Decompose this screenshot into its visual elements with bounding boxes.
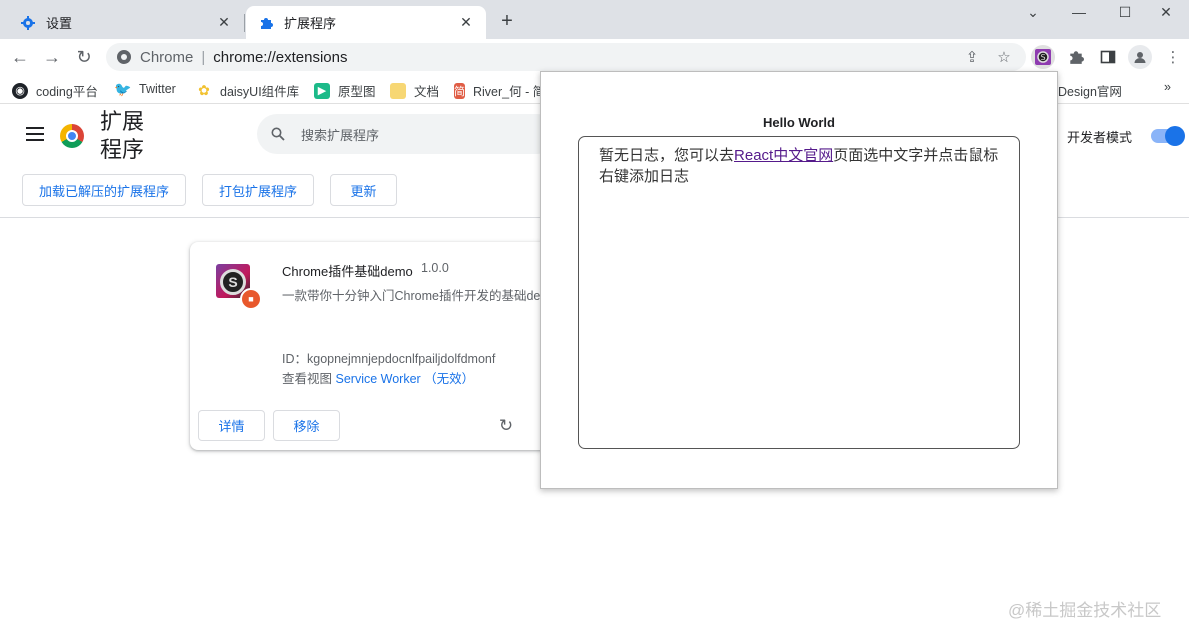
bookmark-label: 文档 (414, 85, 440, 99)
maximize-button[interactable]: ☐ (1102, 0, 1148, 24)
chrome-logo-icon (60, 124, 84, 148)
log-panel: 暂无日志，您可以去React中文官网页面选中文字并点击鼠标右键添加日志 (578, 136, 1020, 449)
gear-icon (20, 15, 36, 31)
new-tab-button[interactable]: + (496, 10, 518, 32)
url-host: Chrome (140, 48, 194, 66)
extension-name: Chrome插件基础demo (282, 264, 413, 279)
tab-title: 设置 (46, 16, 73, 31)
svg-text:S: S (1040, 53, 1045, 62)
side-panel-icon[interactable] (1096, 45, 1120, 69)
tab-title: 扩展程序 (284, 16, 337, 31)
bookmark-twitter[interactable]: 🐦 Twitter (114, 80, 176, 97)
more-menu-icon[interactable]: ⋮ (1161, 45, 1185, 69)
reload-button[interactable]: ↻ (72, 45, 96, 69)
site-info-icon[interactable] (116, 49, 132, 65)
browser-toolbar: ← → ↻ Chrome | chrome://extensions ⇪ ☆ S… (0, 39, 1189, 75)
url-separator: | (201, 48, 206, 66)
extension-action-button[interactable]: S (1031, 45, 1055, 69)
extension-version: 1.0.0 (421, 261, 449, 275)
search-icon (271, 127, 285, 141)
bookmark-folder-docs[interactable]: 文档 (390, 81, 439, 100)
page-title: 扩展程序 (100, 110, 145, 163)
log-text-before: 暂无日志，您可以去 (599, 147, 735, 164)
menu-icon[interactable] (26, 127, 44, 141)
bookmark-label: Twitter (139, 82, 176, 96)
minimize-button[interactable]: — (1056, 0, 1102, 24)
prototype-icon: ▶ (314, 82, 330, 99)
extension-description: 一款带你十分钟入门Chrome插件开发的基础demo (282, 289, 558, 303)
share-icon[interactable]: ⇪ (960, 45, 984, 69)
dev-mode-label: 开发者模式 (1067, 130, 1133, 145)
pack-extension-button[interactable]: 打包扩展程序 (202, 174, 314, 206)
coding-icon: ◉ (12, 82, 28, 99)
extension-id: ID：kgopnejmnjepdocnlfpailjdolfdmonf (282, 352, 496, 366)
twitter-icon: 🐦 (114, 80, 132, 97)
bookmark-star-icon[interactable]: ☆ (992, 45, 1016, 69)
service-worker-link[interactable]: Service Worker （无效） (336, 372, 475, 386)
record-badge-icon: ■ (240, 288, 262, 310)
tab-extensions[interactable]: 扩展程序 ✕ (246, 6, 486, 39)
bookmark-coding[interactable]: ◉ coding平台 (12, 81, 98, 100)
folder-icon (390, 82, 406, 99)
bookmarks-overflow-icon[interactable]: » (1164, 80, 1171, 94)
remove-button[interactable]: 移除 (273, 410, 340, 441)
extensions-puzzle-icon[interactable] (1064, 45, 1088, 69)
bookmark-design[interactable]: Design官网 (1058, 81, 1122, 100)
tab-strip: 设置 ✕ 扩展程序 ✕ + ⌄ — ☐ ✕ (0, 0, 1189, 39)
bookmark-label: 原型图 (338, 85, 376, 99)
extension-card: S ■ Chrome插件基础demo 1.0.0 一款带你十分钟入门Chrome… (190, 242, 590, 450)
address-bar[interactable]: Chrome | chrome://extensions (106, 43, 1026, 71)
extension-logo-icon: S (1035, 49, 1051, 65)
bookmark-label: River_何 - 简 (473, 85, 540, 99)
dev-mode-toggle[interactable] (1151, 126, 1185, 146)
bookmark-label: daisyUI组件库 (220, 85, 300, 99)
inspect-views-label: 查看视图 (282, 372, 333, 386)
reload-icon[interactable]: ↻ (496, 416, 516, 436)
close-icon[interactable]: ✕ (216, 14, 232, 31)
url-path: chrome://extensions (213, 48, 348, 66)
bookmark-jianshu[interactable]: 简 River_何 - 简 (454, 81, 540, 100)
tab-divider (244, 14, 245, 32)
profile-avatar[interactable] (1128, 45, 1152, 69)
jianshu-icon: 简 (454, 82, 465, 99)
details-button[interactable]: 详情 (198, 410, 265, 441)
update-button[interactable]: 更新 (330, 174, 397, 206)
search-extensions-input[interactable]: 搜索扩展程序 (257, 114, 557, 154)
watermark: @稀土掘金技术社区 (1008, 601, 1162, 620)
react-docs-link[interactable]: React中文官网 (734, 147, 833, 164)
bookmark-label: Design官网 (1058, 85, 1122, 99)
extension-popup: Hello World 暂无日志，您可以去React中文官网页面选中文字并点击鼠… (540, 71, 1058, 489)
bookmark-daisyui[interactable]: ✿ daisyUI组件库 (196, 81, 299, 100)
search-placeholder: 搜索扩展程序 (301, 127, 380, 143)
window-close-button[interactable]: ✕ (1143, 0, 1189, 24)
bookmark-label: coding平台 (36, 85, 98, 99)
tab-settings[interactable]: 设置 ✕ (8, 6, 244, 39)
chevron-down-icon[interactable]: ⌄ (1010, 0, 1056, 24)
close-icon[interactable]: ✕ (458, 14, 474, 31)
load-unpacked-button[interactable]: 加载已解压的扩展程序 (22, 174, 186, 206)
popup-title: Hello World (763, 115, 835, 130)
back-button[interactable]: ← (8, 45, 32, 69)
forward-button[interactable]: → (40, 45, 64, 69)
bookmark-prototype[interactable]: ▶ 原型图 (314, 81, 376, 100)
puzzle-icon (258, 15, 274, 31)
inspect-views: 查看视图 Service Worker （无效） (282, 368, 474, 387)
daisyui-icon: ✿ (198, 82, 210, 98)
